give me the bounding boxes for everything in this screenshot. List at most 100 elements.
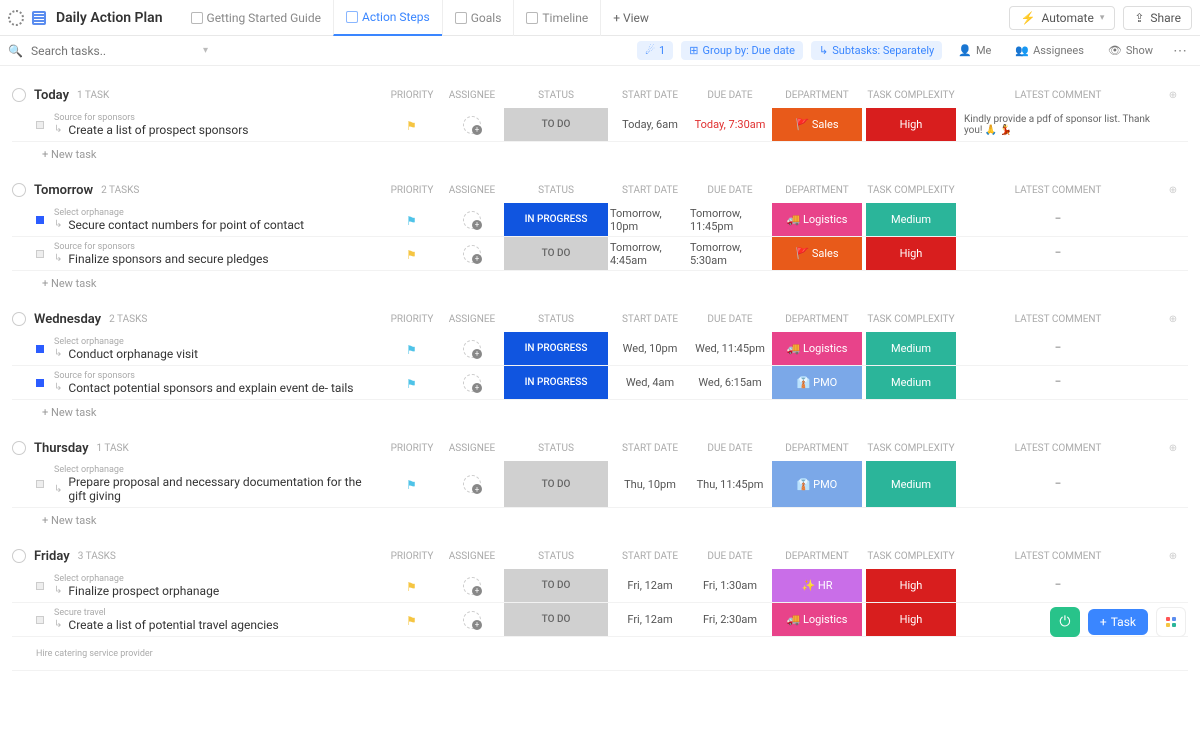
due-cell[interactable]: Wed, 6:15am [690, 366, 770, 399]
add-column-icon[interactable]: ⊕ [1158, 443, 1188, 454]
assignee-cell[interactable] [442, 108, 502, 141]
tab-goals[interactable]: Goals [442, 0, 514, 36]
status-cell[interactable]: IN PROGRESS [504, 203, 608, 236]
comment-cell[interactable]: – [958, 366, 1158, 399]
status-cell[interactable]: TO DO [504, 237, 608, 270]
task-row[interactable]: Secure travel ↳Create a list of potentia… [12, 603, 1188, 637]
collapse-icon[interactable] [12, 549, 26, 563]
start-cell[interactable]: Wed, 10pm [610, 332, 690, 365]
status-square-icon[interactable] [36, 250, 44, 258]
status-square-icon[interactable] [36, 582, 44, 590]
complexity-cell[interactable]: Medium [866, 461, 956, 507]
assignee-cell[interactable] [442, 461, 502, 507]
start-cell[interactable]: Tomorrow, 10pm [610, 203, 690, 236]
dept-cell[interactable]: ✨ HR [772, 569, 862, 602]
comment-cell[interactable]: – [958, 569, 1158, 602]
new-task-link[interactable]: + New task [12, 271, 1188, 290]
due-cell[interactable]: Tomorrow, 11:45pm [690, 203, 770, 236]
priority-cell[interactable] [382, 569, 442, 602]
new-task-fab[interactable]: +Task [1088, 609, 1148, 635]
share-button[interactable]: ⇪Share [1123, 6, 1192, 30]
complexity-cell[interactable]: High [866, 108, 956, 141]
assignee-cell[interactable] [442, 332, 502, 365]
assignees-pill[interactable]: 👥Assignees [1007, 41, 1092, 60]
assignee-cell[interactable] [442, 237, 502, 270]
apps-fab[interactable] [1156, 607, 1186, 637]
assignee-cell[interactable] [442, 366, 502, 399]
collapse-icon[interactable] [12, 183, 26, 197]
complexity-cell[interactable]: High [866, 237, 956, 270]
priority-cell[interactable] [382, 237, 442, 270]
new-task-link[interactable]: + New task [12, 142, 1188, 161]
start-cell[interactable]: Fri, 12am [610, 603, 690, 636]
status-square-icon[interactable] [36, 379, 44, 387]
comment-cell[interactable]: – [958, 237, 1158, 270]
status-square-icon[interactable] [36, 121, 44, 129]
new-task-link[interactable]: + New task [12, 400, 1188, 419]
comment-cell[interactable]: – [958, 203, 1158, 236]
status-cell[interactable]: IN PROGRESS [504, 366, 608, 399]
add-view-button[interactable]: + View [600, 0, 661, 36]
comment-cell[interactable]: Kindly provide a pdf of sponsor list. Th… [958, 108, 1158, 141]
assignee-cell[interactable] [442, 203, 502, 236]
due-cell[interactable]: Thu, 11:45pm [690, 461, 770, 507]
task-row[interactable]: Source for sponsors ↳Contact potential s… [12, 366, 1188, 400]
dept-cell[interactable]: 👔 PMO [772, 461, 862, 507]
priority-cell[interactable] [382, 603, 442, 636]
automate-button[interactable]: ⚡Automate▾ [1009, 6, 1115, 30]
assignee-cell[interactable] [442, 569, 502, 602]
dept-cell[interactable]: 🚚 Logistics [772, 603, 862, 636]
start-cell[interactable]: Thu, 10pm [610, 461, 690, 507]
priority-cell[interactable] [382, 461, 442, 507]
status-square-icon[interactable] [36, 345, 44, 353]
comment-cell[interactable]: – [958, 332, 1158, 365]
priority-cell[interactable] [382, 366, 442, 399]
add-column-icon[interactable]: ⊕ [1158, 185, 1188, 196]
status-cell[interactable]: IN PROGRESS [504, 332, 608, 365]
groupby-pill[interactable]: ⊞Group by: Due date [681, 41, 803, 60]
dept-cell[interactable]: 🚚 Logistics [772, 203, 862, 236]
status-square-icon[interactable] [36, 480, 44, 488]
complexity-cell[interactable]: High [866, 603, 956, 636]
filter-count[interactable]: ☄1 [637, 41, 673, 60]
me-pill[interactable]: 👤Me [950, 41, 999, 60]
subtasks-pill[interactable]: ↳Subtasks: Separately [811, 41, 942, 60]
more-icon[interactable]: ⋯ [1169, 43, 1192, 59]
priority-cell[interactable] [382, 332, 442, 365]
comment-cell[interactable]: – [958, 461, 1158, 507]
new-task-link[interactable]: + New task [12, 508, 1188, 527]
status-cell[interactable]: TO DO [504, 569, 608, 602]
add-column-icon[interactable]: ⊕ [1158, 90, 1188, 101]
task-row[interactable]: Source for sponsors ↳Create a list of pr… [12, 108, 1188, 142]
priority-cell[interactable] [382, 203, 442, 236]
complexity-cell[interactable]: Medium [866, 366, 956, 399]
priority-cell[interactable] [382, 108, 442, 141]
complexity-cell[interactable]: High [866, 569, 956, 602]
tab-getting-started[interactable]: Getting Started Guide [179, 0, 333, 36]
task-row[interactable]: Select orphanage ↳Secure contact numbers… [12, 203, 1188, 237]
start-cell[interactable]: Today, 6am [610, 108, 690, 141]
task-row[interactable]: Hire catering service provider [12, 637, 1188, 671]
complexity-cell[interactable]: Medium [866, 332, 956, 365]
search-input[interactable] [31, 44, 187, 58]
task-row[interactable]: Select orphanage ↳Finalize prospect orph… [12, 569, 1188, 603]
status-square-icon[interactable] [36, 216, 44, 224]
start-cell[interactable]: Tomorrow, 4:45am [610, 237, 690, 270]
status-cell[interactable]: TO DO [504, 108, 608, 141]
show-pill[interactable]: 👁Show [1100, 41, 1161, 60]
complexity-cell[interactable]: Medium [866, 203, 956, 236]
tab-action-steps[interactable]: Action Steps [333, 0, 442, 36]
add-column-icon[interactable]: ⊕ [1158, 551, 1188, 562]
assignee-cell[interactable] [442, 603, 502, 636]
add-column-icon[interactable]: ⊕ [1158, 314, 1188, 325]
collapse-icon[interactable] [12, 312, 26, 326]
status-square-icon[interactable] [36, 616, 44, 624]
dept-cell[interactable]: 🚩 Sales [772, 108, 862, 141]
timer-fab[interactable]: ⏻ [1050, 607, 1080, 637]
collapse-icon[interactable] [12, 441, 26, 455]
due-cell[interactable]: Fri, 2:30am [690, 603, 770, 636]
status-cell[interactable]: TO DO [504, 603, 608, 636]
tab-timeline[interactable]: Timeline [513, 0, 600, 36]
task-row[interactable]: Source for sponsors ↳Finalize sponsors a… [12, 237, 1188, 271]
dept-cell[interactable]: 👔 PMO [772, 366, 862, 399]
